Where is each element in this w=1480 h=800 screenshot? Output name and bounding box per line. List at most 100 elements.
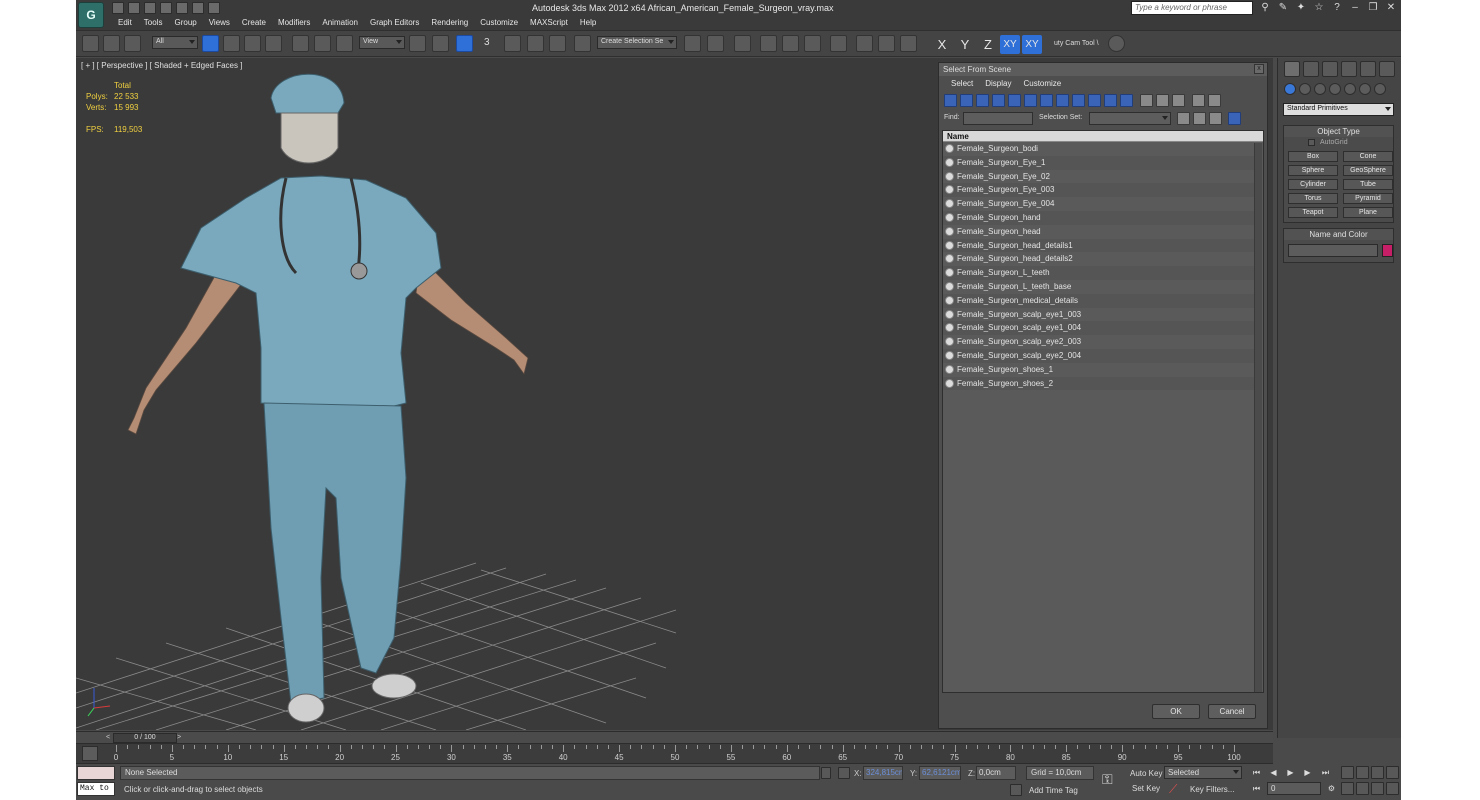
auto-key-button[interactable]: Auto Key — [1130, 769, 1162, 778]
filter-containers-icon[interactable] — [1088, 94, 1101, 107]
filter-bones-icon[interactable] — [1072, 94, 1085, 107]
list-item[interactable]: Female_Surgeon_scalp_eye2_004 — [943, 348, 1256, 363]
axis-z-button[interactable]: Z — [978, 35, 998, 54]
help-icon[interactable]: ? — [1331, 2, 1343, 14]
axis-xy-cycle-button[interactable]: XY — [1022, 35, 1042, 54]
hold-icon[interactable] — [192, 2, 204, 14]
autogrid-checkbox[interactable] — [1308, 139, 1315, 146]
minimize-icon[interactable]: – — [1349, 2, 1361, 14]
selection-set-add-icon[interactable] — [1193, 112, 1206, 125]
redo-icon[interactable] — [176, 2, 188, 14]
select-all-icon[interactable] — [1140, 94, 1153, 107]
mirror-icon[interactable] — [684, 35, 701, 52]
pivot-center-icon[interactable] — [409, 35, 426, 52]
list-item[interactable]: Female_Surgeon_Eye_004 — [943, 197, 1256, 211]
snap-toggle-label[interactable]: 3 — [484, 37, 490, 48]
play-icon[interactable]: ▶ — [1284, 767, 1297, 778]
filter-cameras-icon[interactable] — [992, 94, 1005, 107]
restore-icon[interactable]: ❐ — [1367, 2, 1379, 14]
comm-center-icon[interactable]: ✦ — [1295, 2, 1307, 14]
edit-named-selection-icon[interactable] — [574, 35, 591, 52]
tube-button[interactable]: Tube — [1343, 179, 1393, 190]
pyramid-button[interactable]: Pyramid — [1343, 193, 1393, 204]
keying-set-dropdown[interactable]: Selected — [1164, 766, 1242, 779]
filter-xrefs-icon[interactable] — [1056, 94, 1069, 107]
rotate-icon[interactable] — [314, 35, 331, 52]
go-to-end-icon[interactable]: ⏭ — [1319, 767, 1332, 778]
filter-hidden-icon[interactable] — [1120, 94, 1133, 107]
select-invert-icon[interactable] — [1172, 94, 1185, 107]
time-tag-icon[interactable] — [1010, 784, 1022, 796]
menu-views[interactable]: Views — [203, 17, 236, 30]
menu-help[interactable]: Help — [574, 17, 602, 30]
name-and-color-title[interactable]: Name and Color — [1284, 229, 1393, 240]
y-coord-field[interactable]: 62,6121cm — [919, 766, 961, 780]
menu-rendering[interactable]: Rendering — [425, 17, 474, 30]
list-item[interactable]: Female_Surgeon_bodi — [943, 142, 1256, 156]
reference-coordinate-dropdown[interactable]: View — [359, 36, 405, 49]
track-bar[interactable]: 0 5 10 15 20 25 30 35 40 45 50 55 60 65 70 75 80 85 90 95 10… — [76, 743, 1273, 764]
time-slider-handle[interactable]: 0 / 100 — [113, 733, 177, 743]
close-icon[interactable]: x — [1254, 64, 1264, 74]
geosphere-button[interactable]: GeoSphere — [1343, 165, 1393, 176]
key-mode-toggle-icon[interactable]: ⏮ — [1250, 783, 1263, 794]
scale-icon[interactable] — [336, 35, 353, 52]
list-item[interactable]: Female_Surgeon_head — [943, 225, 1256, 239]
shapes-icon[interactable] — [1299, 83, 1311, 95]
dialog-menu-display[interactable]: Display — [979, 76, 1017, 92]
previous-frame-icon[interactable]: ◀ — [1267, 767, 1280, 778]
display-filter-icon[interactable] — [1192, 94, 1205, 107]
time-configuration-icon[interactable]: ⚙ — [1325, 783, 1338, 794]
menu-maxscript[interactable]: MAXScript — [524, 17, 574, 30]
set-key-icon[interactable]: ⟋ — [1169, 782, 1177, 797]
set-key-button[interactable]: Set Key — [1132, 784, 1160, 793]
render-production-icon[interactable] — [900, 35, 917, 52]
filter-helpers-icon[interactable] — [1008, 94, 1021, 107]
orbit-icon[interactable] — [1371, 782, 1384, 795]
list-item[interactable]: Female_Surgeon_scalp_eye1_004 — [943, 321, 1256, 336]
menu-customize[interactable]: Customize — [474, 17, 524, 30]
render-setup-icon[interactable] — [856, 35, 873, 52]
add-time-tag-button[interactable]: Add Time Tag — [1029, 786, 1078, 795]
torus-button[interactable]: Torus — [1288, 193, 1338, 204]
fetch-icon[interactable] — [208, 2, 220, 14]
dialog-menu-customize[interactable]: Customize — [1017, 76, 1067, 92]
zoom-all-icon[interactable] — [1356, 766, 1369, 779]
axis-xy-button[interactable]: XY — [1000, 35, 1020, 54]
tab-modify-icon[interactable] — [1303, 61, 1319, 77]
menu-animation[interactable]: Animation — [316, 17, 364, 30]
material-editor-icon[interactable] — [830, 35, 847, 52]
filter-lights-icon[interactable] — [976, 94, 989, 107]
cone-button[interactable]: Cone — [1343, 151, 1393, 162]
menu-edit[interactable]: Edit — [112, 17, 138, 30]
go-to-start-icon[interactable]: ⏮ — [1250, 767, 1263, 778]
app-logo-icon[interactable]: G — [78, 2, 104, 28]
list-item[interactable]: Female_Surgeon_L_teeth — [943, 266, 1256, 280]
selection-set-copy-icon[interactable] — [1177, 112, 1190, 125]
key-filters-button[interactable]: Key Filters... — [1190, 785, 1234, 794]
transform-mode-icon[interactable] — [838, 767, 850, 779]
move-icon[interactable] — [292, 35, 309, 52]
select-none-icon[interactable] — [1156, 94, 1169, 107]
tab-create-icon[interactable] — [1284, 61, 1300, 77]
list-item[interactable]: Female_Surgeon_Eye_1 — [943, 155, 1256, 170]
filter-frozen-icon[interactable] — [1104, 94, 1117, 107]
list-item[interactable]: Female_Surgeon_L_teeth_base — [943, 280, 1256, 294]
tab-display-icon[interactable] — [1360, 61, 1376, 77]
geometry-icon[interactable] — [1284, 83, 1296, 95]
search-input[interactable]: Type a keyword or phrase — [1131, 1, 1253, 15]
filter-shapes-icon[interactable] — [960, 94, 973, 107]
open-file-icon[interactable] — [128, 2, 140, 14]
lock-selection-icon[interactable] — [821, 767, 831, 779]
object-type-title[interactable]: Object Type — [1284, 126, 1393, 137]
time-slider-prev-icon[interactable]: < — [104, 733, 112, 743]
window-crossing-icon[interactable] — [265, 35, 282, 52]
menu-tools[interactable]: Tools — [138, 17, 169, 30]
helpers-icon[interactable] — [1344, 83, 1356, 95]
curve-editor-icon[interactable] — [782, 35, 799, 52]
cancel-button[interactable]: Cancel — [1208, 704, 1256, 719]
plane-button[interactable]: Plane — [1343, 207, 1393, 218]
list-item[interactable]: Female_Surgeon_medical_details — [943, 293, 1256, 308]
list-item[interactable]: Female_Surgeon_Eye_02 — [943, 170, 1256, 184]
selection-filter-dropdown[interactable]: All — [152, 36, 198, 49]
